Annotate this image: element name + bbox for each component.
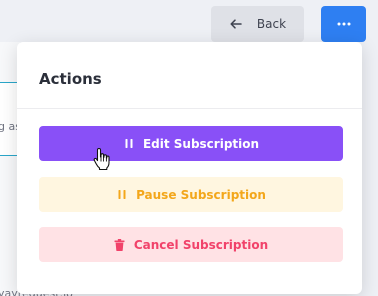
edit-subscription-button[interactable]: Edit Subscription xyxy=(39,126,343,161)
trash-icon xyxy=(114,238,126,251)
cancel-subscription-button[interactable]: Cancel Subscription xyxy=(39,227,343,262)
actions-menu: Actions Edit Subscription Pause Subscrip… xyxy=(17,42,362,294)
cancel-subscription-label: Cancel Subscription xyxy=(133,237,269,252)
pause-icon xyxy=(123,138,135,150)
arrow-left-icon xyxy=(229,16,245,32)
back-button[interactable]: Back xyxy=(211,6,304,42)
ellipsis-icon xyxy=(337,22,351,26)
back-button-label: Back xyxy=(256,17,287,31)
pause-subscription-label: Pause Subscription xyxy=(136,187,266,202)
divider xyxy=(17,108,362,109)
pause-icon xyxy=(116,189,128,201)
pause-subscription-button[interactable]: Pause Subscription xyxy=(39,177,343,212)
edit-subscription-label: Edit Subscription xyxy=(142,136,260,151)
more-actions-button[interactable] xyxy=(321,6,366,42)
actions-menu-title: Actions xyxy=(39,70,102,88)
